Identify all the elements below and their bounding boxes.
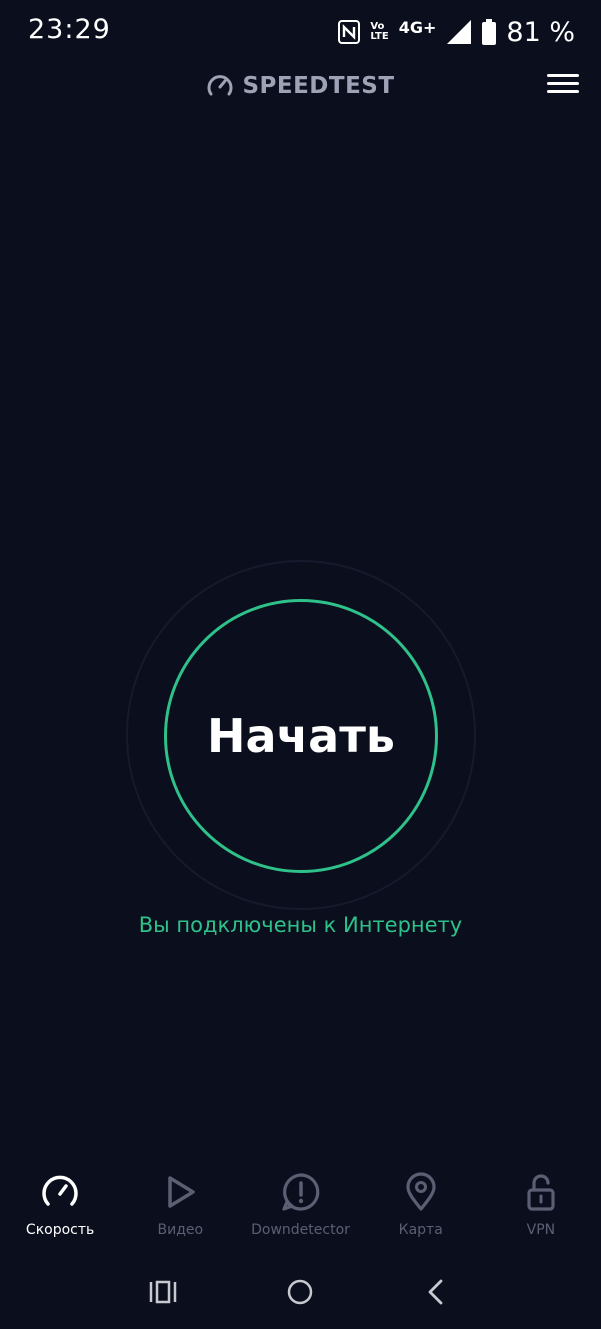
- network-type: 4G+: [398, 17, 437, 37]
- nfc-icon: [338, 20, 361, 44]
- unlock-icon: [527, 1174, 555, 1211]
- nav-label-video: Видео: [157, 1222, 204, 1238]
- recents-icon[interactable]: [147, 1276, 179, 1308]
- status-bar: 23:29 Vo LTE 4G+ 81 %: [0, 0, 601, 64]
- clock: 23:29: [28, 14, 111, 45]
- home-icon[interactable]: [284, 1276, 316, 1308]
- nav-label-map: Карта: [398, 1222, 443, 1238]
- play-icon: [168, 1176, 196, 1208]
- logo: SPEEDTEST: [0, 72, 601, 100]
- logo-text: SPEEDTEST: [242, 73, 395, 99]
- volte-icon: Vo LTE: [370, 22, 388, 42]
- alert-icon: [281, 1173, 319, 1211]
- status-icons: Vo LTE 4G+ 81 %: [338, 14, 575, 50]
- bottom-nav: Скорость Видео Downdetector Карта VPN: [0, 1172, 601, 1252]
- speedometer-icon: [42, 1175, 78, 1206]
- hamburger-menu-icon: [547, 74, 579, 93]
- start-label: Начать: [207, 709, 395, 763]
- volte-bottom: LTE: [370, 31, 389, 42]
- nav-item-map[interactable]: Карта: [361, 1172, 481, 1252]
- battery-icon: [482, 19, 497, 45]
- signal-icon: [447, 20, 472, 44]
- nav-label-vpn: VPN: [526, 1222, 556, 1238]
- app-header: SPEEDTEST: [0, 64, 601, 110]
- nav-item-vpn[interactable]: VPN: [481, 1172, 601, 1252]
- nav-item-video[interactable]: Видео: [120, 1172, 240, 1252]
- map-pin-icon: [406, 1172, 436, 1211]
- connection-status: Вы подключены к Интернету: [138, 913, 463, 937]
- nav-label-downdetector: Downdetector: [251, 1222, 350, 1238]
- back-icon[interactable]: [420, 1276, 452, 1308]
- nav-label-speed: Скорость: [25, 1222, 95, 1238]
- system-nav: [0, 1266, 601, 1318]
- nav-item-downdetector[interactable]: Downdetector: [240, 1172, 360, 1252]
- menu-button[interactable]: [547, 74, 579, 100]
- nav-item-speed[interactable]: Скорость: [0, 1172, 120, 1252]
- battery-percent: 81 %: [506, 16, 575, 48]
- speedometer-icon: [208, 75, 233, 96]
- start-test-button[interactable]: Начать: [164, 599, 438, 873]
